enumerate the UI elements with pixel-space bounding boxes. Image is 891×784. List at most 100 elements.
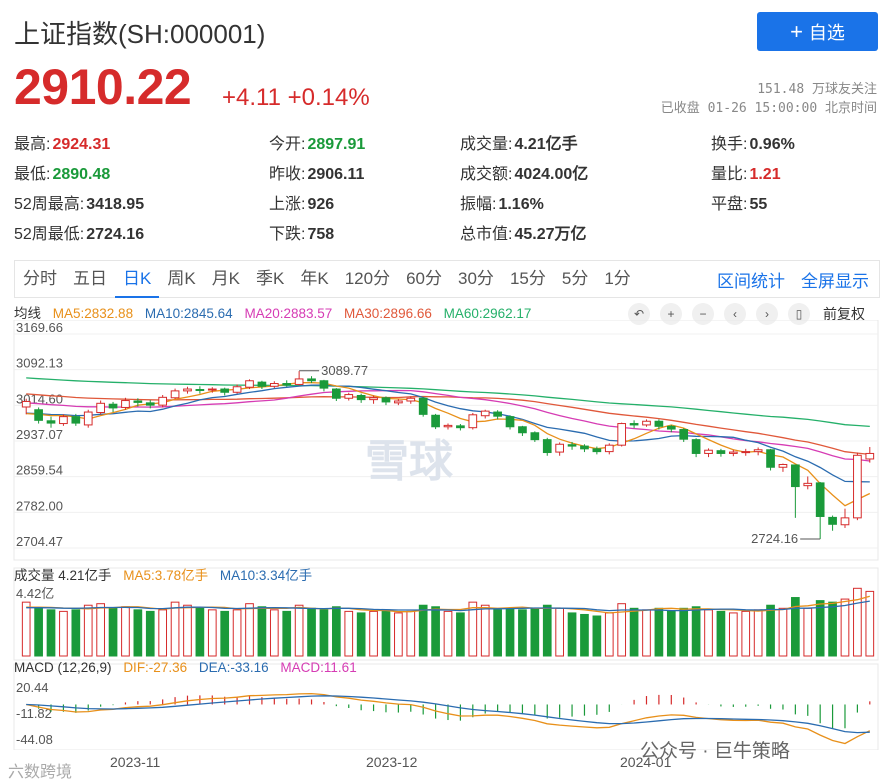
candle-body	[704, 449, 713, 454]
candle-body	[257, 381, 267, 387]
volume-bar	[21, 601, 31, 657]
stat-item: 成交量: 4.21亿手	[460, 130, 578, 154]
volume-ma5: MA5:3.78亿手	[123, 568, 209, 583]
wechat-watermark: 公众号 · 巨牛策略	[640, 741, 790, 762]
candle-body	[555, 443, 564, 453]
candle-body	[232, 386, 242, 393]
volume-bar	[580, 613, 589, 657]
volume-bar	[307, 607, 316, 657]
volume-bar	[257, 606, 267, 657]
stat-value: 758	[307, 226, 335, 243]
candle-body	[567, 444, 577, 447]
candle-body	[604, 444, 614, 453]
volume-bar	[642, 609, 651, 657]
stat-label: 总市值:	[460, 226, 513, 243]
ma60-line	[26, 377, 870, 428]
stat-item: 量比: 1.21	[711, 160, 781, 184]
volume-bar	[443, 610, 453, 657]
candle-body	[518, 426, 527, 434]
tab-period[interactable]: 季K	[248, 260, 292, 298]
stat-label: 最高:	[14, 136, 51, 153]
volume-bar	[778, 607, 788, 657]
tab-period[interactable]: 120分	[337, 260, 398, 298]
price-tick-label: 3169.66	[16, 320, 63, 335]
volume-bar	[741, 610, 751, 657]
tab-period[interactable]: 15分	[502, 260, 554, 298]
candle-body	[753, 449, 763, 453]
macd-label: MACD (12,26,9)	[14, 660, 112, 675]
stat-label: 成交量:	[460, 136, 513, 153]
ma20-value: MA20:2883.57	[244, 306, 333, 321]
fullscreen-button[interactable]: 全屏显示	[801, 267, 869, 292]
volume-bar	[282, 610, 292, 657]
candle-body	[145, 402, 155, 406]
candle-body	[183, 388, 192, 392]
stat-value: 4.21亿手	[514, 136, 578, 153]
volume-bar	[133, 609, 143, 657]
annotation-label: 2724.16	[751, 531, 798, 546]
ma-legend: 均线 MA5:2832.88 MA10:2845.64 MA20:2883.57…	[14, 302, 539, 322]
macd-legend: MACD (12,26,9) DIF:-27.36 DEA:-33.16 MAC…	[14, 660, 365, 675]
ma10-value: MA10:2845.64	[144, 306, 233, 321]
add-watchlist-label: 自选	[808, 22, 845, 43]
candle-body	[108, 403, 118, 409]
range-stats-button[interactable]: 区间统计	[717, 267, 785, 292]
stat-value: 926	[307, 196, 335, 213]
candle-body	[34, 409, 43, 421]
candle-body	[269, 383, 279, 387]
tab-period[interactable]: 月K	[204, 260, 248, 298]
volume-tick-label: 4.42亿	[16, 586, 54, 601]
add-watchlist-button[interactable]: + 自选	[757, 12, 878, 51]
stat-item: 平盘: 55	[711, 190, 767, 214]
stat-label: 量比:	[711, 166, 748, 183]
candle-body	[96, 402, 105, 414]
candle-body	[778, 463, 788, 468]
tab-period[interactable]: 1分	[596, 260, 638, 298]
tab-period[interactable]: 5分	[554, 260, 596, 298]
volume-bar	[592, 615, 602, 657]
volume-bar	[369, 610, 378, 657]
tab-period[interactable]: 五日	[65, 260, 115, 298]
volume-bar	[394, 612, 403, 657]
tab-period[interactable]: 30分	[450, 260, 502, 298]
corner-watermark: 六数跨境	[8, 764, 73, 781]
tab-period[interactable]: 日K	[115, 260, 160, 298]
candle-body	[170, 390, 180, 399]
stat-value: 2906.11	[307, 166, 365, 183]
stat-value: 2724.16	[86, 226, 145, 243]
tab-period[interactable]: 周K	[159, 260, 203, 298]
candle-body	[245, 380, 254, 388]
candle-body	[282, 383, 292, 386]
candle-body	[691, 439, 701, 454]
date-label-dec: 2023-12	[366, 754, 418, 770]
volume-bar	[518, 609, 527, 657]
candle-body	[580, 445, 589, 450]
kline-chart[interactable]: 3169.663092.133014.602937.072859.542782.…	[0, 320, 891, 750]
tab-period[interactable]: 年K	[292, 260, 336, 298]
volume-bar	[245, 603, 254, 657]
price-tick-label: 2782.00	[16, 498, 63, 513]
candle-body	[381, 397, 391, 403]
candle-body	[369, 397, 378, 401]
stat-value: 2897.91	[307, 136, 366, 153]
volume-bar	[716, 610, 726, 657]
volume-bar	[121, 606, 130, 657]
volume-label: 成交量 4.21亿手	[14, 568, 112, 583]
candle-body	[456, 425, 465, 429]
volume-bar	[704, 609, 713, 657]
candle-body	[493, 411, 502, 417]
stat-value: 55	[749, 196, 768, 213]
candle-body	[71, 416, 81, 424]
volume-bar	[170, 601, 180, 657]
candle-body	[294, 378, 304, 385]
plus-icon: +	[790, 18, 803, 44]
macd-value: MACD:11.61	[280, 660, 357, 675]
candle-body	[828, 516, 837, 525]
tab-period[interactable]: 60分	[398, 260, 450, 298]
volume-bar	[542, 604, 552, 657]
tab-period[interactable]: 分时	[15, 260, 65, 298]
candle-body	[853, 454, 862, 519]
volume-bar	[332, 606, 341, 657]
volume-bar	[530, 607, 540, 657]
volume-bar	[220, 610, 230, 657]
